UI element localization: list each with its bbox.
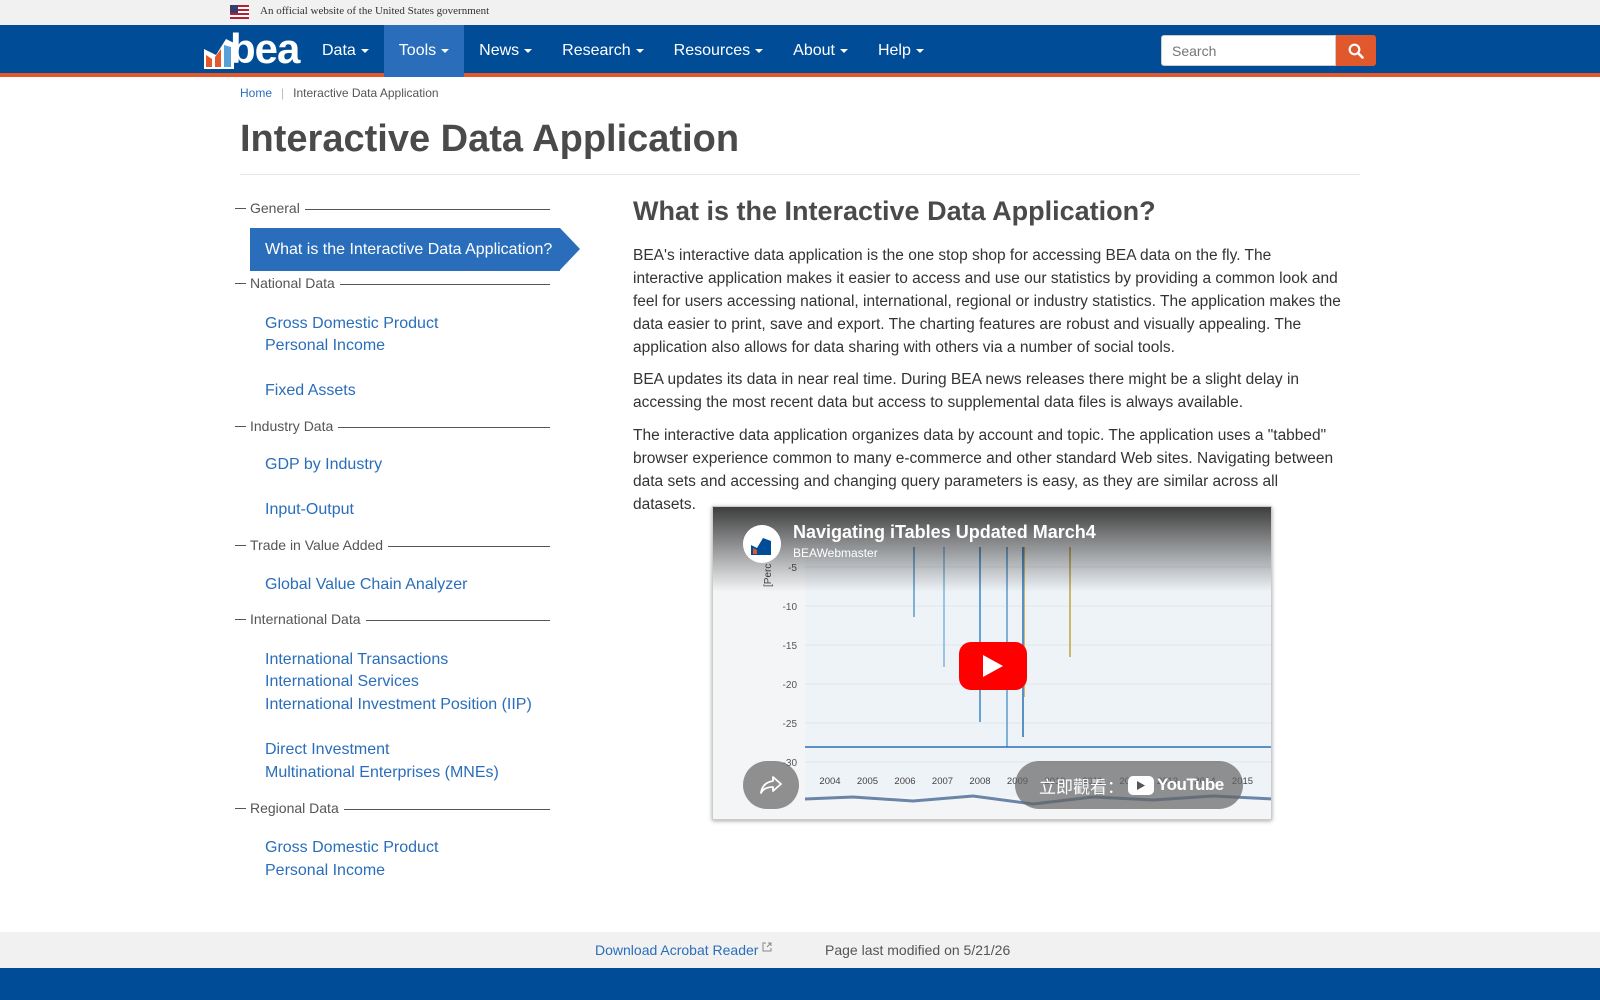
last-modified: Page last modified on 5/21/26 [825, 942, 1011, 958]
play-icon [983, 655, 1003, 677]
caret-down-icon [360, 49, 369, 53]
breadcrumb-current: Interactive Data Application [293, 86, 439, 100]
sidebar-item-direct-investment[interactable]: Direct Investment [265, 741, 389, 759]
title-divider [240, 174, 1360, 175]
nav-news[interactable]: News [464, 25, 547, 77]
y-tick-label: -20 [783, 680, 798, 691]
sidebar-item-regional-personal-income[interactable]: Personal Income [265, 862, 385, 880]
sidebar-item-gvc-analyzer[interactable]: Global Value Chain Analyzer [265, 576, 468, 594]
sidebar-item-intl-transactions[interactable]: International Transactions [265, 651, 448, 669]
caret-down-icon [524, 49, 533, 53]
search-icon [1348, 43, 1364, 59]
page-title: Interactive Data Application [240, 118, 740, 160]
sidebar-item-iip[interactable]: International Investment Position (IIP) [265, 696, 532, 714]
sidebar-item-fixed-assets[interactable]: Fixed Assets [265, 382, 356, 400]
x-tick-label: 2006 [894, 776, 915, 787]
youtube-play-icon [1128, 775, 1154, 795]
nav-about[interactable]: About [778, 25, 863, 77]
nav-about-label: About [793, 42, 835, 59]
caret-down-icon [839, 49, 848, 53]
nav-data[interactable]: Data [307, 25, 384, 77]
search-button[interactable] [1336, 35, 1376, 66]
section-heading: What is the Interactive Data Application… [633, 196, 1156, 226]
youtube-logo: YouTube [1128, 775, 1224, 795]
caret-down-icon [441, 49, 450, 53]
acrobat-link-label: Download Acrobat Reader [595, 942, 759, 958]
play-button[interactable] [959, 642, 1027, 690]
nav-research[interactable]: Research [547, 25, 658, 77]
main-nav: Data Tools News Research Resources About… [307, 25, 939, 77]
caret-down-icon [635, 49, 644, 53]
external-link-icon [762, 942, 772, 952]
youtube-wordmark: YouTube [1157, 775, 1224, 794]
logo-wordmark: bea [230, 25, 300, 72]
sidebar-section-tiva: Trade in Value Added [235, 537, 550, 553]
organization-paragraph: The interactive data application organiz… [633, 427, 1334, 513]
y-tick-label: -15 [783, 641, 798, 652]
breadcrumb: Home | Interactive Data Application [240, 86, 439, 100]
y-tick-label: -25 [783, 719, 798, 730]
us-flag-icon [230, 5, 249, 19]
section-label: Regional Data [250, 800, 339, 816]
sidebar-item-gdp[interactable]: Gross Domestic Product [265, 315, 438, 333]
search-input[interactable] [1161, 35, 1336, 66]
updates-paragraph: BEA updates its data in near real time. … [633, 371, 1300, 411]
section-label: Trade in Value Added [250, 537, 384, 553]
sidebar-item-input-output[interactable]: Input-Output [265, 501, 354, 519]
caret-down-icon [915, 49, 924, 53]
section-label: National Data [250, 275, 335, 291]
nav-research-label: Research [562, 42, 631, 59]
nav-resources-label: Resources [673, 42, 751, 59]
sidebar-section-regional: Regional Data [235, 800, 550, 816]
breadcrumb-home-link[interactable]: Home [240, 86, 272, 100]
footer-bottom [0, 968, 1600, 1000]
sidebar-section-industry: Industry Data [235, 418, 550, 434]
site-header: bea Data Tools News Research Resources A… [0, 25, 1600, 77]
channel-avatar[interactable] [743, 525, 781, 563]
nav-data-label: Data [322, 42, 356, 59]
share-icon [760, 776, 782, 794]
x-tick-label: 2005 [857, 776, 878, 787]
x-tick-label: 2008 [969, 776, 990, 787]
nav-tools[interactable]: Tools [383, 25, 465, 77]
nav-tools-label: Tools [398, 42, 437, 59]
sidebar-item-mnes[interactable]: Multinational Enterprises (MNEs) [265, 764, 499, 782]
sidebar-section-general: General [235, 200, 550, 216]
nav-help-label: Help [877, 42, 911, 59]
x-tick-label: 2007 [932, 776, 953, 787]
bea-channel-icon [743, 525, 781, 563]
video-channel[interactable]: BEAWebmaster [793, 546, 878, 560]
share-button[interactable] [743, 761, 799, 809]
section-label: Industry Data [250, 418, 334, 434]
footer-bar [0, 932, 1600, 968]
intro-paragraph: BEA's interactive data application is th… [633, 247, 1341, 356]
section-label: General [250, 200, 300, 216]
bea-logo[interactable]: bea [204, 25, 304, 72]
watch-label: 立即觀看： [1039, 777, 1124, 797]
sidebar-item-personal-income[interactable]: Personal Income [265, 337, 385, 355]
nav-news-label: News [479, 42, 520, 59]
video-embed[interactable]: -5-10-15-20-25-3020042005200620072008200… [712, 506, 1272, 820]
acrobat-reader-link[interactable]: Download Acrobat Reader [595, 942, 772, 958]
gov-banner-text: An official website of the United States… [260, 5, 490, 17]
breadcrumb-separator: | [281, 86, 285, 100]
sidebar-item-what-is[interactable]: What is the Interactive Data Application… [250, 228, 580, 271]
nav-help[interactable]: Help [863, 25, 939, 77]
sidebar-item-intl-services[interactable]: International Services [265, 673, 419, 691]
y-tick-label: -10 [783, 602, 798, 613]
sidebar-item-gdp-by-industry[interactable]: GDP by Industry [265, 456, 382, 474]
nav-resources[interactable]: Resources [659, 25, 778, 77]
sidebar-item-label: What is the Interactive Data Application… [265, 240, 553, 258]
watch-on-youtube-button[interactable]: 立即觀看： YouTube [1015, 761, 1243, 809]
sidebar-section-international: International Data [235, 611, 550, 627]
sidebar-item-regional-gdp[interactable]: Gross Domestic Product [265, 839, 438, 857]
x-tick-label: 2004 [819, 776, 840, 787]
caret-down-icon [755, 49, 764, 53]
sidebar-section-national: National Data [235, 275, 550, 291]
gov-banner: An official website of the United States… [0, 0, 1600, 25]
section-label: International Data [250, 611, 361, 627]
video-title[interactable]: Navigating iTables Updated March4 [793, 522, 1096, 543]
